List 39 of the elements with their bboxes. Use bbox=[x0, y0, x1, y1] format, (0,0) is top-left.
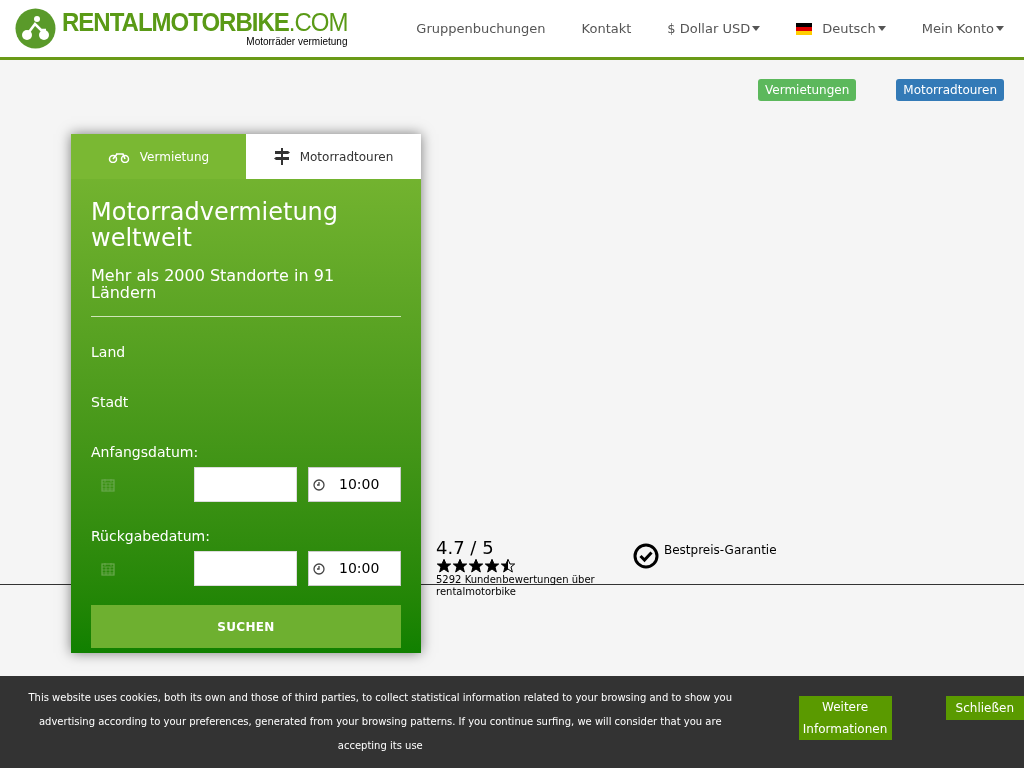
caret-icon bbox=[752, 26, 761, 31]
date-label: Anfangsdatum: bbox=[91, 443, 200, 462]
search-subtitle: Mehr als 2000 Standorte in 91 Ländern bbox=[91, 267, 336, 301]
rating-score: 4.7 / 5 bbox=[436, 538, 495, 558]
caret-icon bbox=[877, 26, 886, 31]
search-tab[interactable]: Motorradtouren bbox=[246, 134, 421, 179]
star-icon bbox=[436, 558, 452, 574]
calendar-icon bbox=[101, 477, 115, 492]
clock-icon bbox=[313, 478, 325, 491]
date-input[interactable] bbox=[194, 467, 297, 502]
signpost-icon bbox=[273, 148, 290, 165]
german-flag-icon bbox=[796, 22, 813, 35]
logo-wordmark: RENTALMOTORBIKE.COM bbox=[62, 8, 348, 36]
nav-dropdown[interactable]: Mein Konto bbox=[921, 18, 1004, 39]
calendar-icon bbox=[101, 561, 115, 576]
date-label: Rückgabedatum: bbox=[91, 527, 211, 546]
clock-icon bbox=[313, 562, 325, 575]
nav-dropdown[interactable]: $ Dollar USD bbox=[667, 18, 761, 39]
star-icon bbox=[452, 558, 468, 574]
motorbike-icon bbox=[107, 150, 130, 163]
category-badge[interactable]: Motorradtouren bbox=[896, 79, 1004, 101]
date-input[interactable] bbox=[194, 551, 297, 586]
time-field[interactable]: 10:00 bbox=[308, 551, 401, 586]
cookie-notice: This website uses cookies, both its own and those of third parties, to collect statistical information related to your browsing and to show you advertising according to your preferences, generated from your browsing patterns. If you continue surfing, we will consider that you are accepting its use bbox=[27, 691, 734, 753]
caret-icon bbox=[996, 26, 1004, 31]
review-count: 5292 Kundenbewertungen über rentalmotorbike bbox=[436, 574, 596, 598]
search-title: Motorradvermietung weltweit bbox=[91, 199, 340, 251]
star-icon bbox=[500, 558, 516, 574]
logo-tagline: Motorräder vermietung bbox=[246, 37, 348, 47]
cyclist-logo-icon bbox=[15, 8, 56, 49]
nav-link[interactable]: Kontakt bbox=[581, 18, 632, 39]
site-logo[interactable]: RENTALMOTORBIKE.COM Motorräder vermietung bbox=[15, 8, 348, 49]
nav-link[interactable]: Gruppenbuchungen bbox=[416, 18, 546, 39]
time-field[interactable]: 10:00 bbox=[308, 467, 401, 502]
star-icon bbox=[484, 558, 500, 574]
check-circle-icon bbox=[633, 543, 659, 569]
best-price-guarantee: Bestpreis-Garantie bbox=[664, 542, 777, 559]
language-dropdown[interactable]: Deutsch bbox=[796, 18, 886, 39]
star-icon bbox=[468, 558, 484, 574]
